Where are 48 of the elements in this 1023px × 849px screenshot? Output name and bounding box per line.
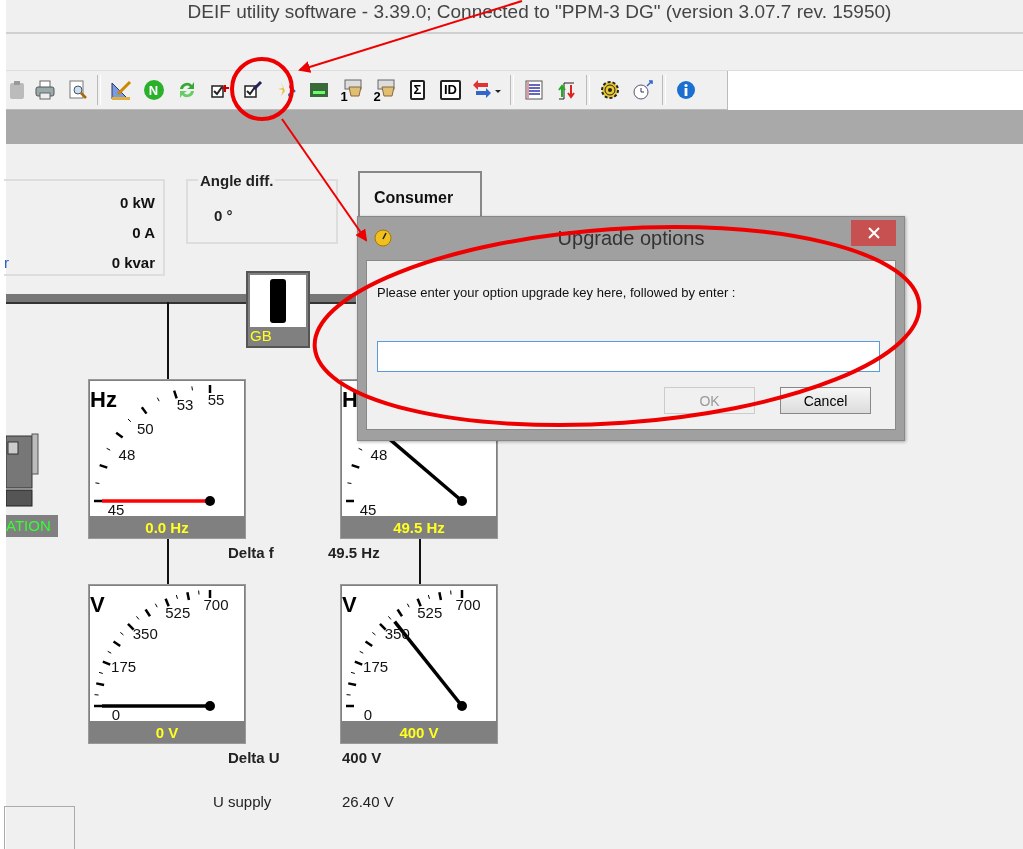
gauge-unit: H [342,387,358,413]
angle-diff-label: Angle diff. [198,172,276,189]
reading-value: 26.40 V [342,793,394,810]
dialog-button[interactable]: Cancel [780,387,871,414]
reading-label: Delta f [228,544,274,561]
gauge-tick-label: 45 [359,503,377,516]
gauge-tick-label: 55 [207,393,225,407]
reading-label: U supply [213,793,272,810]
gauge-reading: 400 V [398,723,440,743]
gauge-tick-label: 525 [165,605,191,620]
annotation-circle [230,57,294,121]
gauge-tick-label: 0 [111,708,121,721]
upgrade-key-field[interactable] [377,341,880,372]
angle-diff-value: 0 ° [214,207,233,224]
generator-status: ATION [6,515,58,537]
gauge-tick-label: 175 [111,659,137,674]
gauge-unit: Hz [90,387,117,413]
gauge-tick-label: 700 [455,598,481,612]
consumer-tab[interactable]: Consumer [358,171,482,219]
measurement-value: 0 kW [120,193,155,211]
gauge-tick-label: 175 [363,659,389,674]
gauge-unit: V [342,592,357,618]
gauge-tick-label: 45 [107,503,125,516]
breaker-label: GB [249,327,273,345]
measurement-label: r [4,253,9,271]
reading-value: 49.5 Hz [328,544,380,561]
measurement-value: 0 kvar [111,253,155,271]
gauge-tick-label: 50 [136,422,154,437]
gauge-tick-label: 350 [132,627,158,642]
gauge-reading: 0.0 Hz [144,518,190,538]
measurement-value: 0 A [132,223,155,241]
close-icon [867,227,880,239]
gauge-tick-label: 525 [417,605,443,620]
gauge-unit: V [90,592,105,618]
close-button[interactable] [851,220,896,246]
gauge-reading: 0 V [154,723,180,743]
gauge-icon [374,229,392,247]
reading-label: Delta U [228,749,280,766]
reading-value: 400 V [342,749,382,766]
gauge-tick-label: 0 [363,708,373,721]
gauge-tick-label: 48 [118,447,136,462]
dialog-prompt: Please enter your option upgrade key here, followed by enter : [377,285,737,300]
gauge-tick-label: 53 [176,397,194,412]
gauge-reading: 49.5 Hz [392,518,446,538]
breaker[interactable]: GB [246,271,310,348]
gauge-tick-label: 700 [203,598,229,612]
dialog-title: Upgrade options [557,227,705,250]
gauge-tick-label: 48 [370,447,388,462]
